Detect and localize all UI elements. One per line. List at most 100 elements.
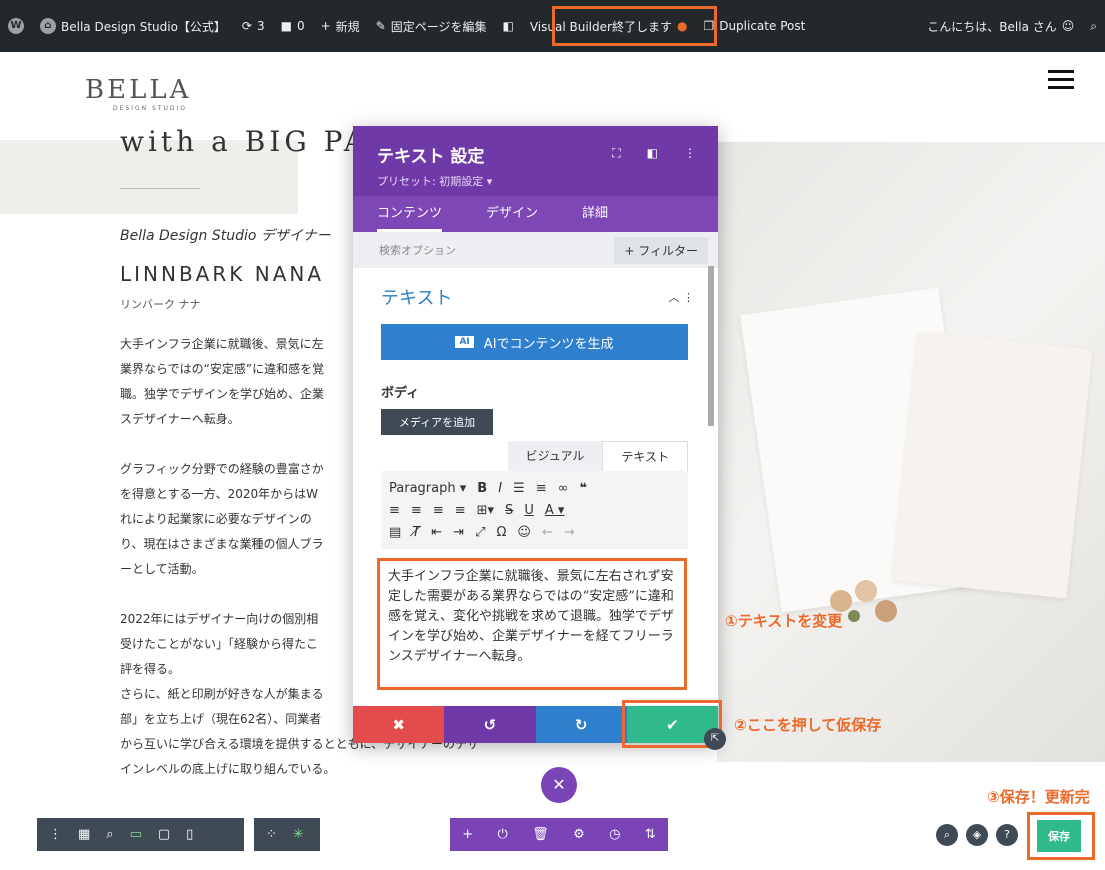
view-mode-toolbar: ⋮ ▦ ⌕ ▭ ▢ ▯ bbox=[37, 818, 244, 851]
align-center-icon[interactable]: ≡ bbox=[411, 503, 422, 518]
options-search-bar: 検索オプション + フィルター bbox=[353, 232, 718, 268]
menu-icon[interactable] bbox=[1048, 70, 1074, 90]
indent-icon[interactable]: ⇥ bbox=[453, 525, 464, 540]
home-icon: ⌂ bbox=[40, 18, 56, 34]
options-search-input[interactable]: 検索オプション bbox=[379, 242, 456, 258]
search-icon[interactable]: ⌕ bbox=[936, 824, 958, 846]
zoom-icon[interactable]: ⌕ bbox=[106, 827, 113, 842]
modal-header-icons: ⛶ ◧ ⋮ bbox=[612, 146, 696, 161]
add-media-button[interactable]: メディアを追加 bbox=[381, 409, 493, 435]
hover-mode-toolbar: ⁘ ✳ bbox=[254, 818, 320, 851]
add-icon[interactable]: + bbox=[462, 827, 473, 842]
split-view-icon[interactable]: ◧ bbox=[647, 146, 658, 161]
numbered-list-icon[interactable]: ≡ bbox=[536, 481, 547, 496]
wireframe-icon[interactable]: ▦ bbox=[78, 827, 90, 842]
divi-icon: ◧ bbox=[502, 19, 514, 33]
paper-card-image bbox=[892, 331, 1093, 599]
underline-icon[interactable]: U bbox=[524, 503, 534, 518]
gear-icon[interactable]: ⚙ bbox=[573, 827, 585, 842]
omega-icon[interactable]: Ω bbox=[496, 525, 506, 540]
wp-logo[interactable]: W bbox=[0, 0, 32, 52]
resize-handle-icon[interactable]: ⇱ bbox=[704, 728, 726, 750]
outdent-icon[interactable]: ⇤ bbox=[431, 525, 442, 540]
align-left-icon[interactable]: ≡ bbox=[389, 503, 400, 518]
site-name-link[interactable]: ⌂ Bella Design Studio【公式】 bbox=[32, 0, 234, 52]
new-content-link[interactable]: + 新規 bbox=[313, 0, 368, 52]
fullscreen-editor-icon[interactable]: ⤢ bbox=[475, 525, 485, 540]
desktop-view-icon[interactable]: ▭ bbox=[130, 827, 142, 842]
clear-format-icon[interactable]: T̸ bbox=[412, 525, 420, 540]
modal-tabs: コンテンツ デザイン 詳細 bbox=[353, 196, 718, 232]
designer-name-kana: リンバーク ナナ bbox=[120, 298, 201, 311]
more-options-icon[interactable]: ⋮ bbox=[684, 146, 696, 161]
text-color-icon[interactable]: A ▾ bbox=[545, 503, 565, 518]
ai-generate-button[interactable]: AI AIでコンテンツを生成 bbox=[381, 324, 688, 360]
undo-icon[interactable]: ← bbox=[542, 525, 553, 540]
modal-scrollbar[interactable] bbox=[708, 266, 714, 426]
edit-page-link[interactable]: ✎ 固定ページを編集 bbox=[368, 0, 495, 52]
user-avatar-icon: ☺ bbox=[1061, 19, 1075, 33]
power-icon[interactable]: ⏻ bbox=[497, 827, 507, 842]
text-content-editor[interactable]: 大手インフラ企業に就職後、景気に左右されず安定した需要がある業界ならではの“安定… bbox=[377, 558, 687, 690]
strikethrough-icon[interactable]: S bbox=[505, 503, 513, 518]
redo-icon[interactable]: → bbox=[564, 525, 575, 540]
layers-icon[interactable]: ◈ bbox=[966, 824, 988, 846]
justify-icon[interactable]: ≡ bbox=[455, 503, 466, 518]
preset-selector[interactable]: プリセット: 初期設定 ▾ bbox=[377, 173, 694, 189]
emoji-icon[interactable]: ☺ bbox=[517, 525, 531, 540]
align-right-icon[interactable]: ≡ bbox=[433, 503, 444, 518]
page-settings-toolbar: + ⏻ 🗑 ⚙ ◷ ⇅ bbox=[450, 818, 668, 851]
divi-logo[interactable]: ◧ bbox=[495, 0, 522, 52]
annotation-step3: ③保存！更新完 bbox=[987, 788, 1090, 806]
bottom-right-tools: ⌕ ◈ ? bbox=[936, 824, 1018, 846]
more-icon[interactable]: ⋮ bbox=[49, 827, 62, 842]
ai-icon: AI bbox=[455, 336, 474, 348]
help-icon[interactable]: ? bbox=[996, 824, 1018, 846]
quote-icon[interactable]: ❝ bbox=[579, 481, 587, 496]
cancel-button[interactable]: ✖ bbox=[353, 706, 445, 743]
link-icon[interactable]: ∞ bbox=[558, 481, 569, 496]
tab-advanced[interactable]: 詳細 bbox=[582, 196, 608, 232]
bold-icon[interactable]: B bbox=[477, 481, 487, 496]
bio-paragraph-2: グラフィック分野での経験の豊富さか を得意とする一方、2020年からはW れによ… bbox=[120, 462, 324, 576]
site-logo[interactable]: BELLA DESIGN STUDIO bbox=[85, 75, 225, 112]
table-icon[interactable]: ⊞▾ bbox=[477, 503, 494, 518]
redo-button[interactable]: ↻ bbox=[535, 706, 627, 743]
admin-search[interactable]: ⌕ bbox=[1082, 0, 1105, 52]
designer-title: Bella Design Studio デザイナー bbox=[120, 228, 331, 244]
filter-button[interactable]: + フィルター bbox=[614, 236, 708, 264]
my-account-link[interactable]: こんにちは、Bella さん ☺ bbox=[919, 0, 1082, 52]
undo-icon: ↺ bbox=[483, 715, 497, 734]
divider bbox=[120, 188, 200, 189]
format-select[interactable]: Paragraph ▾ bbox=[389, 481, 466, 496]
hover-mode-icon[interactable]: ✳ bbox=[293, 827, 304, 842]
editor-toolbar: Paragraph ▾ B I ☰ ≡ ∞ ❝ ≡ ≡ ≡ ≡ ⊞▾ S U A… bbox=[381, 471, 688, 549]
fullscreen-icon[interactable]: ⛶ bbox=[612, 146, 620, 161]
tab-design[interactable]: デザイン bbox=[486, 196, 538, 232]
annotation-step2: ②ここを押して仮保存 bbox=[734, 716, 882, 734]
refresh-icon: ⟳ bbox=[241, 19, 252, 33]
portability-icon[interactable]: ⇅ bbox=[645, 827, 656, 842]
updates-link[interactable]: ⟳ 3 bbox=[234, 0, 273, 52]
text-settings-modal: テキスト 設定 プリセット: 初期設定 ▾ ⛶ ◧ ⋮ コンテンツ デザイン 詳… bbox=[353, 126, 718, 743]
tab-visual[interactable]: ビジュアル bbox=[507, 441, 603, 471]
highlight-exit-builder bbox=[552, 6, 717, 46]
close-module-button[interactable]: ✕ bbox=[541, 767, 577, 803]
phone-view-icon[interactable]: ▯ bbox=[186, 827, 193, 842]
paste-icon[interactable]: ▤ bbox=[389, 525, 401, 540]
history-icon[interactable]: ◷ bbox=[609, 827, 620, 842]
editor-mode-tabs: ビジュアル テキスト bbox=[353, 441, 688, 471]
comments-link[interactable]: ■ 0 bbox=[273, 0, 313, 52]
undo-button[interactable]: ↺ bbox=[444, 706, 536, 743]
comment-icon: ■ bbox=[280, 19, 292, 33]
tab-content[interactable]: コンテンツ bbox=[377, 196, 443, 232]
text-section-header[interactable]: テキスト ︿ ⋮ bbox=[353, 268, 718, 320]
chevron-up-icon[interactable]: ︿ ⋮ bbox=[669, 289, 695, 305]
italic-icon[interactable]: I bbox=[498, 481, 502, 496]
body-label: ボディ bbox=[381, 386, 420, 401]
tab-text[interactable]: テキスト bbox=[602, 441, 688, 471]
bullet-list-icon[interactable]: ☰ bbox=[513, 481, 525, 496]
click-mode-icon[interactable]: ⁘ bbox=[266, 827, 277, 842]
tablet-view-icon[interactable]: ▢ bbox=[158, 827, 170, 842]
trash-icon[interactable]: 🗑 bbox=[532, 827, 549, 842]
